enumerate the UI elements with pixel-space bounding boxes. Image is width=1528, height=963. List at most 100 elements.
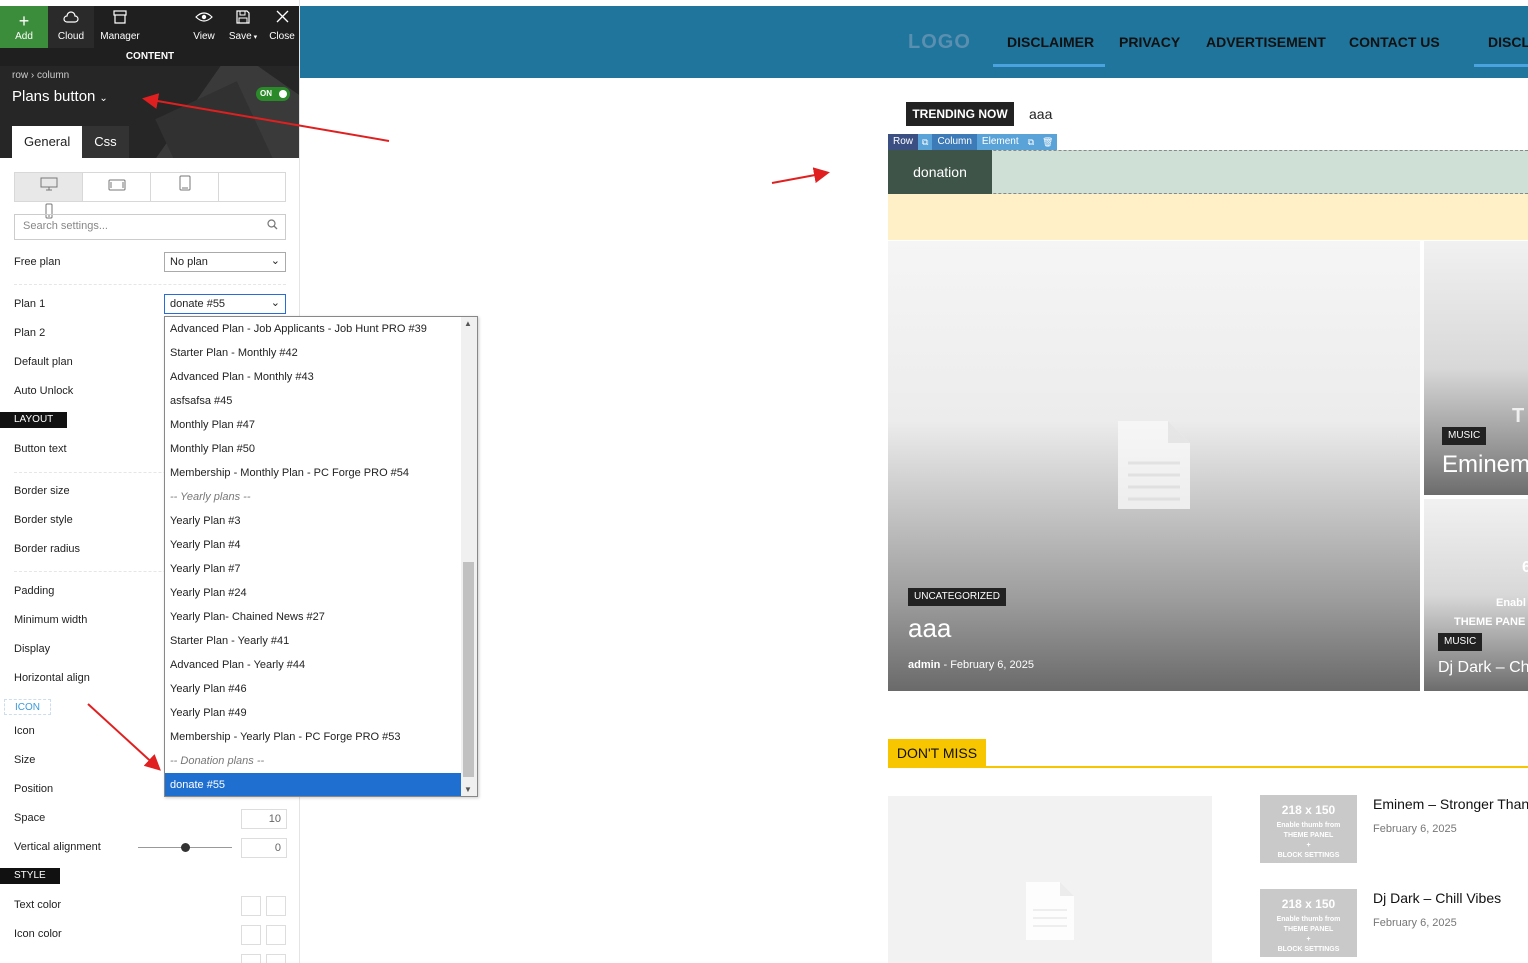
- column-tag[interactable]: Column: [932, 134, 977, 150]
- dropdown-option[interactable]: Yearly Plan #3: [165, 509, 461, 533]
- category-badge[interactable]: UNCATEGORIZED: [908, 588, 1006, 606]
- trending-badge: TRENDING NOW: [906, 102, 1014, 126]
- close-button[interactable]: Close: [266, 6, 298, 48]
- dropdown-option[interactable]: Yearly Plan #49: [165, 701, 461, 725]
- nav-item-privacy[interactable]: PRIVACY: [1119, 34, 1180, 50]
- dropdown-option[interactable]: donate #55: [165, 773, 461, 796]
- vertical-alignment-input[interactable]: 0: [241, 838, 287, 858]
- trash-icon[interactable]: 🗑: [1038, 134, 1058, 150]
- free-plan-select[interactable]: No plan ⌄: [164, 252, 286, 272]
- dropdown-option[interactable]: Advanced Plan - Monthly #43: [165, 365, 461, 389]
- view-button[interactable]: View: [188, 6, 220, 48]
- post-title[interactable]: Dj Dark – Ch: [1438, 659, 1528, 677]
- copy-icon[interactable]: ⧉: [918, 134, 933, 150]
- card-overlay-text: 6: [1522, 559, 1528, 576]
- space-input[interactable]: 10: [241, 809, 287, 829]
- min-width-label: Minimum width: [14, 614, 88, 626]
- text-color-hover-swatch[interactable]: [266, 896, 286, 916]
- scroll-down-icon[interactable]: ▼: [464, 785, 472, 794]
- dropdown-option[interactable]: Yearly Plan #46: [165, 677, 461, 701]
- nav-item-advertisement[interactable]: ADVERTISEMENT: [1206, 34, 1326, 50]
- dropdown-scrollbar[interactable]: ▲ ▼: [461, 317, 477, 796]
- post-title[interactable]: Eminem: [1442, 451, 1528, 479]
- dropdown-option[interactable]: Yearly Plan- Chained News #27: [165, 605, 461, 629]
- nav-item-contact-us[interactable]: CONTACT US: [1349, 34, 1440, 50]
- breadcrumb[interactable]: row › column: [12, 70, 69, 81]
- screen: + Add Cloud Manager View Save ▾ Close CO…: [0, 0, 1528, 963]
- category-badge[interactable]: MUSIC: [1442, 427, 1487, 445]
- thumb-hint-line: Enable thumb from: [1276, 916, 1341, 923]
- dropdown-option[interactable]: Starter Plan - Yearly #41: [165, 629, 461, 653]
- dropdown-option[interactable]: Advanced Plan - Job Applicants - Job Hun…: [165, 317, 461, 341]
- copy-icon[interactable]: ⧉: [1023, 134, 1039, 150]
- card-overlay-text: Enabl: [1496, 597, 1526, 609]
- background-color-swatch[interactable]: [241, 954, 261, 963]
- tablet-landscape-icon[interactable]: [83, 173, 151, 201]
- news-thumbnail[interactable]: 218 x 150 Enable thumb from THEME PANEL …: [1260, 795, 1357, 863]
- border-radius-label: Border radius: [14, 543, 81, 555]
- plan1-value: donate #55: [170, 298, 226, 310]
- element-toggle[interactable]: ON: [256, 87, 290, 101]
- document-icon: [1116, 419, 1192, 516]
- dropdown-option[interactable]: Monthly Plan #47: [165, 413, 461, 437]
- dropdown-option[interactable]: Yearly Plan #24: [165, 581, 461, 605]
- category-badge[interactable]: MUSIC: [1438, 633, 1483, 651]
- padding-label: Padding: [14, 585, 55, 597]
- notice-band: [888, 194, 1528, 240]
- trending-text[interactable]: aaa: [1029, 106, 1052, 122]
- post-author[interactable]: admin: [908, 659, 940, 671]
- dropdown-option[interactable]: Starter Plan - Monthly #42: [165, 341, 461, 365]
- element-tag[interactable]: Element: [976, 134, 1024, 150]
- post-title[interactable]: aaa: [908, 613, 951, 644]
- icon-color-hover-swatch[interactable]: [266, 925, 286, 945]
- row-tag[interactable]: Row: [888, 134, 919, 150]
- tablet-icon[interactable]: [151, 173, 219, 201]
- dont-miss-featured-card[interactable]: [888, 796, 1212, 963]
- toggle-knob: [279, 90, 287, 98]
- thumb-hint-line: +: [1306, 842, 1311, 849]
- dropdown-option[interactable]: Advanced Plan - Yearly #44: [165, 653, 461, 677]
- auto-unlock-label: Auto Unlock: [14, 385, 74, 397]
- side-post-card-1[interactable]: T MUSIC Eminem: [1424, 241, 1528, 495]
- icon-color-swatch[interactable]: [241, 925, 261, 945]
- nav-item-disclaimer-2[interactable]: DISCL: [1488, 34, 1528, 50]
- element-title[interactable]: Plans button ⌄: [12, 88, 108, 105]
- dropdown-option[interactable]: Membership - Yearly Plan - PC Forge PRO …: [165, 725, 461, 749]
- scrollbar-thumb[interactable]: [463, 562, 474, 777]
- dropdown-option[interactable]: Yearly Plan #7: [165, 557, 461, 581]
- add-button[interactable]: + Add: [0, 6, 48, 48]
- vertical-alignment-slider-handle[interactable]: [181, 843, 190, 852]
- news-thumbnail[interactable]: 218 x 150 Enable thumb from THEME PANEL …: [1260, 889, 1357, 957]
- featured-post-card[interactable]: UNCATEGORIZED aaa admin - February 6, 20…: [888, 241, 1420, 691]
- background-color-hover-swatch[interactable]: [266, 954, 286, 963]
- button-text-label: Button text: [14, 443, 67, 455]
- dropdown-option[interactable]: Yearly Plan #4: [165, 533, 461, 557]
- text-color-swatch[interactable]: [241, 896, 261, 916]
- cloud-button[interactable]: Cloud: [48, 6, 94, 48]
- style-section-header: STYLE: [0, 868, 60, 884]
- scroll-up-icon[interactable]: ▲: [464, 319, 472, 328]
- nav-item-disclaimer[interactable]: DISCLAIMER: [1007, 34, 1094, 50]
- text-color-label: Text color: [14, 899, 62, 911]
- settings-search[interactable]: Search settings...: [14, 214, 286, 240]
- tab-general[interactable]: General: [12, 126, 83, 158]
- card-overlay-text: THEME PANE: [1454, 616, 1526, 628]
- plan1-select[interactable]: donate #55 ⌄: [164, 294, 286, 314]
- plan2-label: Plan 2: [14, 327, 46, 339]
- thumb-hint-text: Enable thumb from THEME PANEL + BLOCK SE…: [1260, 915, 1357, 955]
- post-date: February 6, 2025: [950, 659, 1034, 671]
- dropdown-option[interactable]: asfsafsa #45: [165, 389, 461, 413]
- desktop-icon[interactable]: [15, 173, 83, 201]
- site-logo[interactable]: LOGO: [908, 31, 971, 54]
- dropdown-option[interactable]: Membership - Monthly Plan - PC Forge PRO…: [165, 461, 461, 485]
- side-post-card-2[interactable]: 6 Enabl THEME PANE MUSIC Dj Dark – Ch: [1424, 499, 1528, 691]
- news-title[interactable]: Dj Dark – Chill Vibes: [1373, 890, 1501, 906]
- tab-css[interactable]: Css: [82, 126, 129, 158]
- save-button[interactable]: Save ▾: [224, 6, 262, 48]
- news-title[interactable]: Eminem – Stronger Than: [1373, 796, 1528, 812]
- donation-button[interactable]: donation: [888, 150, 992, 194]
- card-overlay-text: T: [1512, 405, 1525, 427]
- dropdown-option[interactable]: Monthly Plan #50: [165, 437, 461, 461]
- manager-button[interactable]: Manager: [96, 6, 144, 48]
- chevron-down-icon: ⌄: [270, 255, 280, 267]
